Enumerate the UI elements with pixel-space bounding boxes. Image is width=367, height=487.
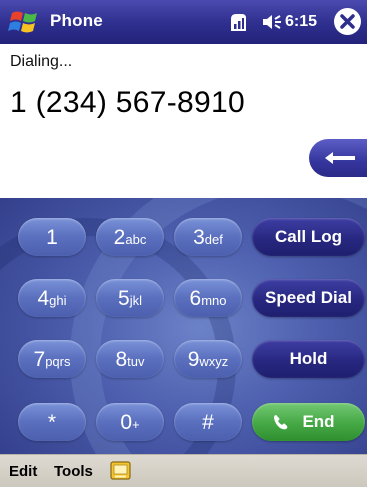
speed-dial-label: Speed Dial — [265, 288, 352, 307]
close-icon — [340, 14, 355, 29]
key-5[interactable]: 5jkl — [96, 279, 164, 317]
key-letters: wxyz — [199, 354, 229, 369]
key-digit: 0 — [120, 411, 133, 434]
key-digit: 9 — [187, 348, 200, 371]
speaker-icon[interactable] — [261, 13, 283, 31]
key-digit: 8 — [115, 348, 128, 371]
key-letters: def — [204, 232, 223, 247]
key-digit: 2 — [113, 226, 126, 249]
menu-edit[interactable]: Edit — [9, 463, 37, 480]
key-digit: 5 — [118, 287, 130, 310]
key-letters: ghi — [49, 293, 67, 308]
menu-tools[interactable]: Tools — [54, 463, 93, 480]
key-7[interactable]: 7pqrs — [18, 340, 86, 378]
key-digit: 1 — [46, 226, 58, 249]
key-digit: # — [202, 411, 214, 434]
end-call-button[interactable]: End — [252, 403, 365, 441]
key-letters: abc — [125, 232, 147, 247]
key-9[interactable]: 9wxyz — [174, 340, 242, 378]
key-4[interactable]: 4ghi — [18, 279, 86, 317]
key-1[interactable]: 1 — [18, 218, 86, 256]
key-letters: pqrs — [45, 354, 71, 369]
clock[interactable]: 6:15 — [285, 13, 317, 31]
app-title: Phone — [50, 11, 103, 30]
keypad-panel: 1 2abc 3def Call Log 4ghi 5jkl 6mno Spee… — [0, 198, 367, 454]
call-status: Dialing... — [10, 53, 73, 70]
key-digit: 3 — [193, 226, 205, 249]
backspace-button[interactable] — [309, 139, 367, 177]
keyboard-input-icon[interactable] — [109, 460, 133, 482]
dialed-number: 1 (234) 567-8910 — [10, 86, 245, 119]
key-2[interactable]: 2abc — [96, 218, 164, 256]
key-digit: 7 — [33, 348, 46, 371]
key-letters: mno — [201, 293, 227, 308]
key-8[interactable]: 8tuv — [96, 340, 164, 378]
menu-bar: Edit Tools — [0, 454, 367, 487]
key-0[interactable]: 0+ — [96, 403, 164, 441]
hold-button[interactable]: Hold — [252, 340, 365, 378]
key-6[interactable]: 6mno — [174, 279, 242, 317]
key-star[interactable]: * — [18, 403, 86, 441]
close-button[interactable] — [334, 8, 361, 35]
key-hash[interactable]: # — [174, 403, 242, 441]
backspace-arrow-icon — [325, 152, 355, 164]
speed-dial-button[interactable]: Speed Dial — [252, 279, 365, 317]
key-letters: tuv — [127, 354, 145, 369]
key-letters: + — [132, 417, 140, 432]
key-letters: jkl — [129, 293, 142, 308]
call-log-label: Call Log — [274, 227, 343, 246]
key-digit: * — [47, 411, 57, 434]
title-bar: Phone 6:15 — [0, 0, 367, 44]
key-digit: 6 — [189, 287, 202, 310]
windows-start-icon[interactable] — [8, 7, 42, 37]
call-log-button[interactable]: Call Log — [252, 218, 365, 256]
key-digit: 4 — [37, 287, 50, 310]
key-3[interactable]: 3def — [174, 218, 242, 256]
end-call-label: End — [302, 412, 335, 431]
hold-label: Hold — [289, 349, 328, 368]
signal-icon[interactable] — [228, 11, 250, 33]
